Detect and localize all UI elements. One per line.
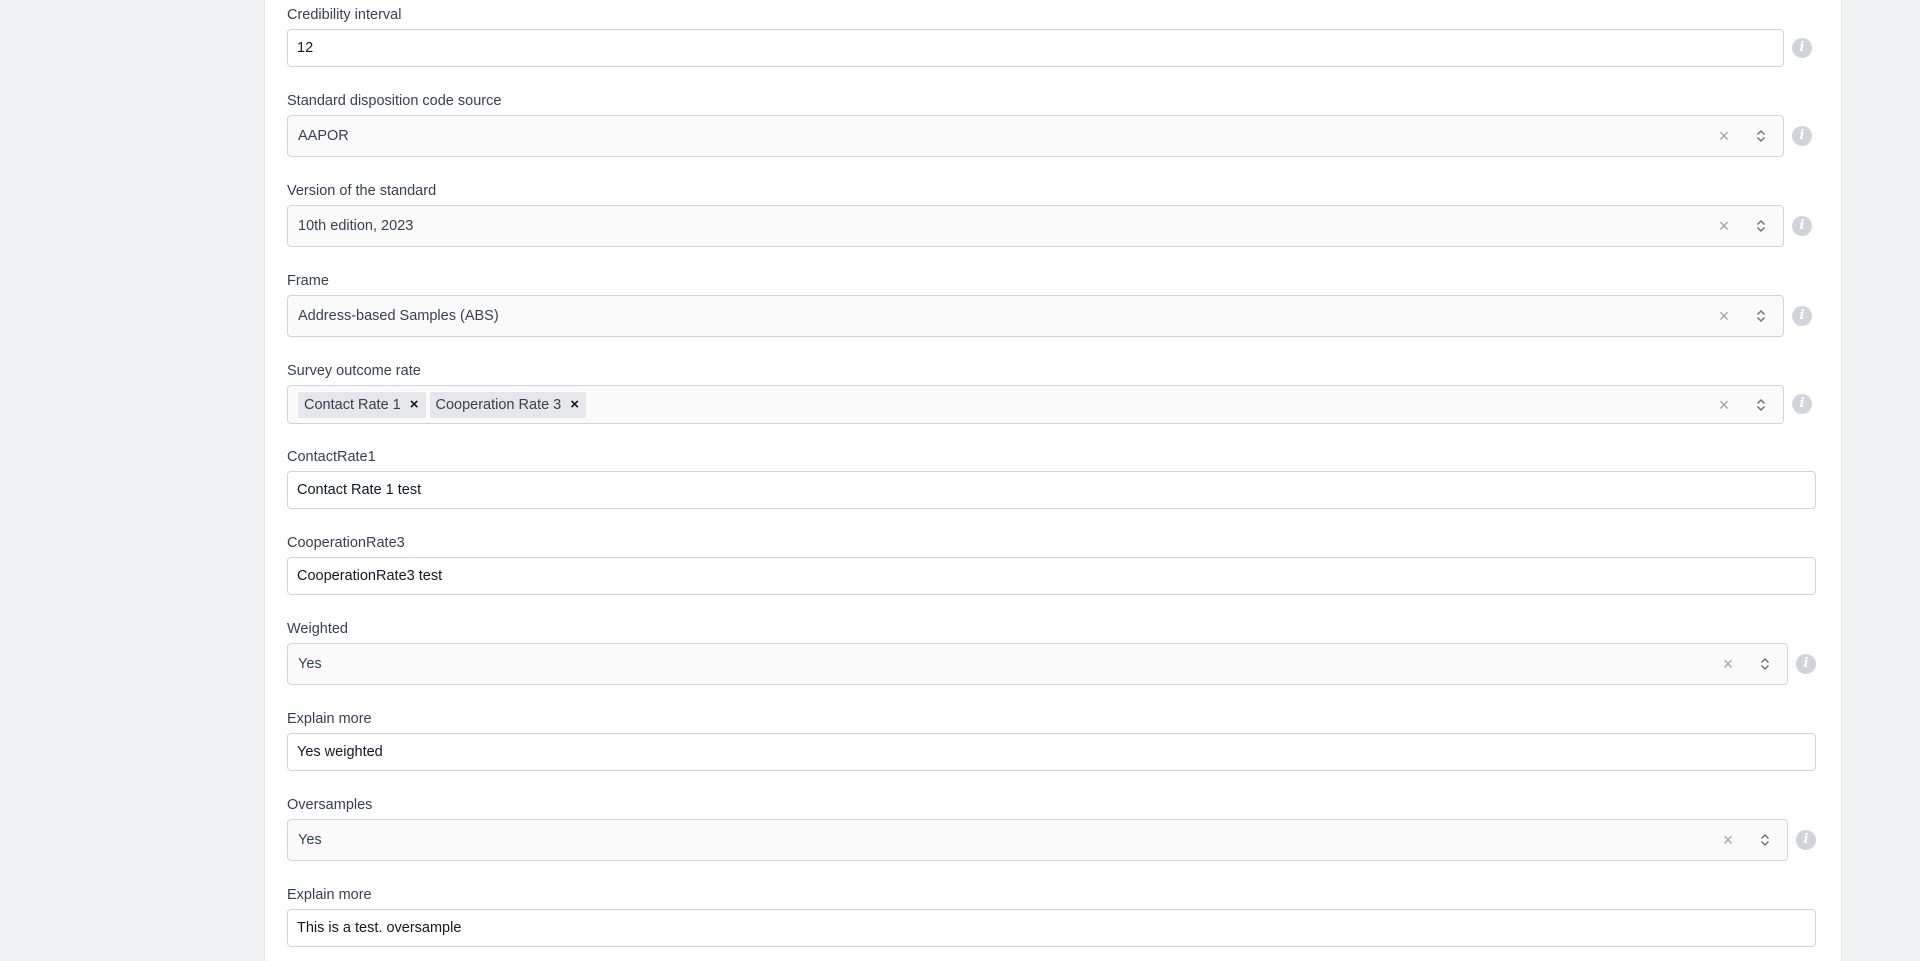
clear-icon[interactable]: × xyxy=(1707,396,1741,414)
info-icon[interactable]: i xyxy=(1792,306,1812,326)
remove-chip-icon[interactable]: × xyxy=(561,396,586,413)
weighted-explain-value: Yes weighted xyxy=(297,744,383,760)
frame-value: Address-based Samples (ABS) xyxy=(298,308,499,324)
standard-version-select[interactable]: 10th edition, 2023 × xyxy=(287,205,1784,247)
clear-icon[interactable]: × xyxy=(1707,217,1741,235)
disposition-source-label: Standard disposition code source xyxy=(287,93,502,109)
cooperation-rate3-value: CooperationRate3 test xyxy=(297,568,443,584)
weighted-explain-label: Explain more xyxy=(287,711,372,727)
info-icon[interactable]: i xyxy=(1792,38,1812,58)
clear-icon[interactable]: × xyxy=(1711,831,1745,849)
info-icon[interactable]: i xyxy=(1796,830,1816,850)
info-icon[interactable]: i xyxy=(1792,216,1812,236)
cooperation-rate3-input[interactable]: CooperationRate3 test xyxy=(287,557,1816,595)
credibility-interval-input[interactable]: 12 xyxy=(287,29,1784,67)
standard-version-label: Version of the standard xyxy=(287,183,437,199)
disposition-source-value: AAPOR xyxy=(298,128,349,144)
chevron-up-down-icon[interactable] xyxy=(1746,820,1784,860)
survey-outcome-rate-label: Survey outcome rate xyxy=(287,363,421,379)
frame-label: Frame xyxy=(287,273,329,289)
selected-chip: Cooperation Rate 3 × xyxy=(429,391,587,418)
chevron-up-down-icon[interactable] xyxy=(1742,296,1780,336)
weighted-select[interactable]: Yes × xyxy=(287,643,1788,685)
clear-icon[interactable]: × xyxy=(1707,127,1741,145)
info-icon[interactable]: i xyxy=(1792,394,1812,414)
credibility-interval-value: 12 xyxy=(297,40,314,56)
contact-rate1-input[interactable]: Contact Rate 1 test xyxy=(287,471,1816,509)
info-icon[interactable]: i xyxy=(1792,126,1812,146)
oversamples-explain-label: Explain more xyxy=(287,887,372,903)
oversamples-explain-value: This is a test. oversample xyxy=(297,920,462,936)
survey-outcome-rate-select[interactable]: Contact Rate 1 × Cooperation Rate 3 × × xyxy=(287,385,1784,424)
chevron-up-down-icon[interactable] xyxy=(1742,206,1780,246)
contact-rate1-label: ContactRate1 xyxy=(287,449,376,465)
credibility-interval-label: Credibility interval xyxy=(287,7,402,23)
remove-chip-icon[interactable]: × xyxy=(401,396,426,413)
info-icon[interactable]: i xyxy=(1796,654,1816,674)
selected-chip: Contact Rate 1 × xyxy=(298,391,426,418)
disposition-source-select[interactable]: AAPOR × xyxy=(287,115,1784,157)
clear-icon[interactable]: × xyxy=(1711,655,1745,673)
cooperation-rate3-label: CooperationRate3 xyxy=(287,535,405,551)
oversamples-label: Oversamples xyxy=(287,797,373,813)
clear-icon[interactable]: × xyxy=(1707,307,1741,325)
chip-label: Cooperation Rate 3 xyxy=(435,396,562,413)
weighted-label: Weighted xyxy=(287,621,348,637)
contact-rate1-value: Contact Rate 1 test xyxy=(297,482,422,498)
chevron-up-down-icon[interactable] xyxy=(1746,644,1784,684)
standard-version-value: 10th edition, 2023 xyxy=(298,218,414,234)
weighted-value: Yes xyxy=(298,656,322,672)
chevron-up-down-icon[interactable] xyxy=(1742,116,1780,156)
oversamples-value: Yes xyxy=(298,832,322,848)
weighted-explain-input[interactable]: Yes weighted xyxy=(287,733,1816,771)
chip-label: Contact Rate 1 xyxy=(304,396,401,413)
chevron-up-down-icon[interactable] xyxy=(1742,386,1780,423)
frame-select[interactable]: Address-based Samples (ABS) × xyxy=(287,295,1784,337)
oversamples-explain-input[interactable]: This is a test. oversample xyxy=(287,909,1816,947)
oversamples-select[interactable]: Yes × xyxy=(287,819,1788,861)
